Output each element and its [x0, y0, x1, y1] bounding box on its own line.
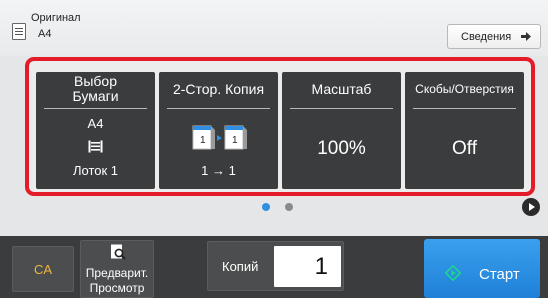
scale-title: Масштаб — [311, 80, 372, 97]
preview-button[interactable]: Предварит. Просмотр — [80, 240, 154, 298]
start-diamond-icon — [445, 265, 461, 281]
copies-input[interactable] — [274, 246, 341, 287]
original-label: Оригинал — [31, 12, 81, 24]
tile-divider — [44, 108, 147, 109]
paper-tray-value: Лоток 1 — [72, 163, 119, 178]
duplex-mode-value: 1 → 1 — [201, 163, 236, 178]
details-button[interactable]: Сведения — [447, 24, 541, 49]
paper-size-value: A4 — [87, 116, 104, 131]
paper-select-tile[interactable]: Выбор Бумаги A4 Лоток 1 — [36, 72, 155, 189]
tile-divider — [413, 108, 516, 109]
details-button-label: Сведения — [461, 30, 512, 43]
tile-divider — [167, 108, 270, 109]
scale-value: 100% — [317, 138, 366, 159]
staple-punch-tile[interactable]: Скобы/Отверстия Off — [405, 72, 524, 189]
copy-screen: Оригинал A4 Сведения Выбор Бумаги A4 Лот… — [0, 0, 548, 298]
duplex-copy-icon: 1 1 — [192, 125, 247, 150]
top-bar: Оригинал A4 Сведения — [0, 0, 548, 56]
clear-all-label: CA — [33, 261, 53, 277]
play-icon[interactable] — [522, 198, 540, 216]
copies-control: Копий — [207, 241, 344, 291]
paper-tray-icon — [88, 140, 103, 153]
tile-divider — [290, 108, 393, 109]
arrow-right-icon — [521, 32, 531, 41]
staple-punch-title: Скобы/Отверстия — [415, 81, 514, 96]
start-button-label: Старт — [479, 266, 520, 283]
paper-select-title: Выбор Бумаги — [72, 73, 119, 104]
duplex-copy-tile[interactable]: 2-Стор. Копия 1 1 1 → 1 — [159, 72, 278, 189]
document-icon — [12, 23, 26, 40]
duplex-copy-title: 2-Стор. Копия — [172, 80, 265, 97]
original-size: A4 — [38, 28, 52, 40]
clear-all-button[interactable]: CA — [12, 246, 74, 292]
bottom-bar: CA Предварит. Просмотр Копий Старт — [0, 236, 548, 298]
page-indicator-dot-active[interactable] — [262, 203, 270, 211]
svg-text:1: 1 — [232, 135, 238, 146]
staple-punch-value: Off — [452, 138, 477, 159]
function-keys-frame: Выбор Бумаги A4 Лоток 1 2-Стор. Копия 1 — [25, 57, 535, 196]
page-indicator-dot[interactable] — [285, 203, 293, 211]
copies-label: Копий — [222, 259, 259, 274]
scale-tile[interactable]: Масштаб 100% — [282, 72, 401, 189]
svg-text:1: 1 — [200, 135, 206, 146]
preview-button-label: Предварит. Просмотр — [85, 266, 149, 295]
magnifier-icon — [111, 244, 126, 260]
start-button[interactable]: Старт — [424, 239, 540, 298]
